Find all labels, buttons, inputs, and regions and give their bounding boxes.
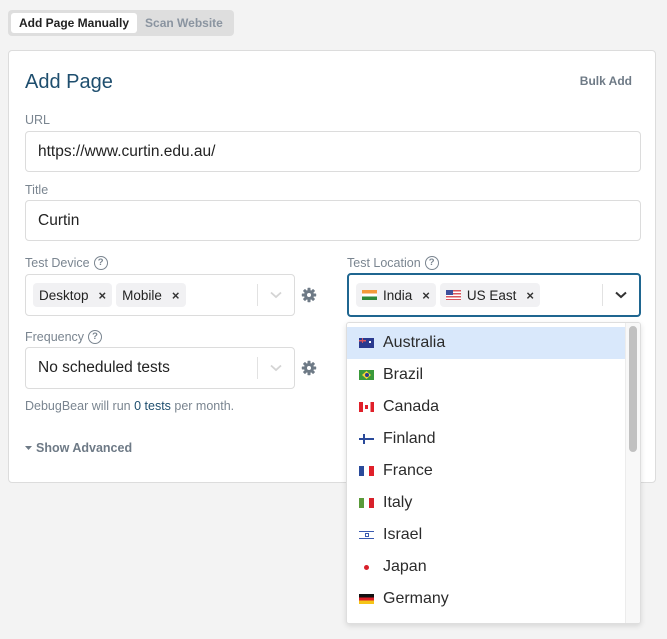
option-japan[interactable]: Japan xyxy=(347,551,626,583)
frequency-label-text: Frequency xyxy=(25,330,85,344)
option-label: Brazil xyxy=(383,366,424,383)
option-label: Germany xyxy=(383,590,449,607)
hint-suffix: per month. xyxy=(170,399,235,413)
option-israel[interactable]: Israel xyxy=(347,519,626,551)
url-input[interactable]: https://www.curtin.edu.au/ xyxy=(25,131,641,172)
hint-test-count: 0 tests xyxy=(134,399,171,413)
location-options-list: Australia Brazil Canada Finland France I… xyxy=(347,327,626,615)
option-label: France xyxy=(383,462,433,479)
option-label: Israel xyxy=(383,526,423,543)
test-device-chips: Desktop × Mobile × xyxy=(26,283,257,307)
option-label: Australia xyxy=(383,334,446,351)
title-input-value: Curtin xyxy=(38,211,80,229)
frequency-label: Frequency ? xyxy=(25,330,103,344)
location-dropdown-menu: Australia Brazil Canada Finland France I… xyxy=(346,322,641,624)
france-flag-icon xyxy=(359,466,374,476)
mode-tabs: Add Page Manually Scan Website xyxy=(8,10,234,36)
usa-flag-icon xyxy=(445,290,461,300)
dropdown-scrollbar[interactable] xyxy=(625,323,640,623)
question-circle-icon[interactable]: ? xyxy=(424,256,439,270)
chip-label: Mobile xyxy=(122,287,162,303)
chip-india: India × xyxy=(356,283,436,307)
tab-scan-website[interactable]: Scan Website xyxy=(137,13,231,33)
url-input-value: https://www.curtin.edu.au/ xyxy=(38,142,216,160)
chevron-down-icon[interactable] xyxy=(258,364,294,372)
caret-down-icon xyxy=(25,445,32,450)
option-australia[interactable]: Australia xyxy=(347,327,626,359)
url-label-text: URL xyxy=(25,113,51,127)
option-label: Canada xyxy=(383,398,440,415)
title-input[interactable]: Curtin xyxy=(25,200,641,241)
tests-per-month-hint: DebugBear will run 0 tests per month. xyxy=(25,399,234,413)
remove-chip-icon[interactable]: × xyxy=(522,288,534,303)
question-circle-icon[interactable]: ? xyxy=(93,256,108,270)
option-label: Finland xyxy=(383,430,436,447)
option-label: Japan xyxy=(383,558,427,575)
japan-flag-icon xyxy=(359,562,374,572)
brazil-flag-icon xyxy=(359,370,374,380)
australia-flag-icon xyxy=(359,338,374,348)
tab-add-page-manually[interactable]: Add Page Manually xyxy=(11,13,138,33)
chip-label: India xyxy=(383,287,413,303)
chip-us-east: US East × xyxy=(439,283,540,307)
gear-icon[interactable] xyxy=(301,287,317,303)
test-location-label-text: Test Location xyxy=(347,256,421,270)
bulk-add-link[interactable]: Bulk Add xyxy=(580,74,632,88)
remove-chip-icon[interactable]: × xyxy=(418,288,430,303)
test-device-select[interactable]: Desktop × Mobile × xyxy=(25,274,295,316)
gear-icon[interactable] xyxy=(301,360,317,376)
option-canada[interactable]: Canada xyxy=(347,391,626,423)
israel-flag-icon xyxy=(359,530,374,540)
option-italy[interactable]: Italy xyxy=(347,487,626,519)
url-label: URL xyxy=(25,113,50,127)
chip-label: Desktop xyxy=(39,287,89,303)
option-finland[interactable]: Finland xyxy=(347,423,626,455)
test-device-label: Test Device ? xyxy=(25,256,108,270)
chip-label: US East xyxy=(466,287,517,303)
frequency-select[interactable]: No scheduled tests xyxy=(25,347,295,389)
remove-chip-icon[interactable]: × xyxy=(168,288,180,303)
chevron-down-icon[interactable] xyxy=(603,291,639,299)
chip-desktop: Desktop × xyxy=(33,283,113,307)
page-title: Add Page xyxy=(25,71,113,93)
title-label: Title xyxy=(25,183,48,197)
test-location-chips: India × US East × xyxy=(349,283,602,307)
india-flag-icon xyxy=(362,290,377,300)
chip-mobile: Mobile × xyxy=(116,283,186,307)
canada-flag-icon xyxy=(359,402,374,412)
germany-flag-icon xyxy=(359,594,374,604)
test-location-label: Test Location ? xyxy=(347,256,439,270)
test-location-select[interactable]: India × US East × xyxy=(347,273,641,317)
option-brazil[interactable]: Brazil xyxy=(347,359,626,391)
scrollbar-thumb[interactable] xyxy=(629,326,637,452)
option-label: Italy xyxy=(383,494,413,511)
italy-flag-icon xyxy=(359,498,374,508)
chevron-down-icon[interactable] xyxy=(258,291,294,299)
finland-flag-icon xyxy=(359,434,374,444)
test-device-label-text: Test Device xyxy=(25,256,90,270)
title-label-text: Title xyxy=(25,183,49,197)
show-advanced-toggle[interactable]: Show Advanced xyxy=(25,441,132,455)
option-france[interactable]: France xyxy=(347,455,626,487)
question-circle-icon[interactable]: ? xyxy=(88,330,103,344)
hint-prefix: DebugBear will run xyxy=(25,399,135,413)
show-advanced-label: Show Advanced xyxy=(36,441,133,455)
remove-chip-icon[interactable]: × xyxy=(95,288,107,303)
frequency-value: No scheduled tests xyxy=(38,359,170,376)
option-germany[interactable]: Germany xyxy=(347,583,626,615)
